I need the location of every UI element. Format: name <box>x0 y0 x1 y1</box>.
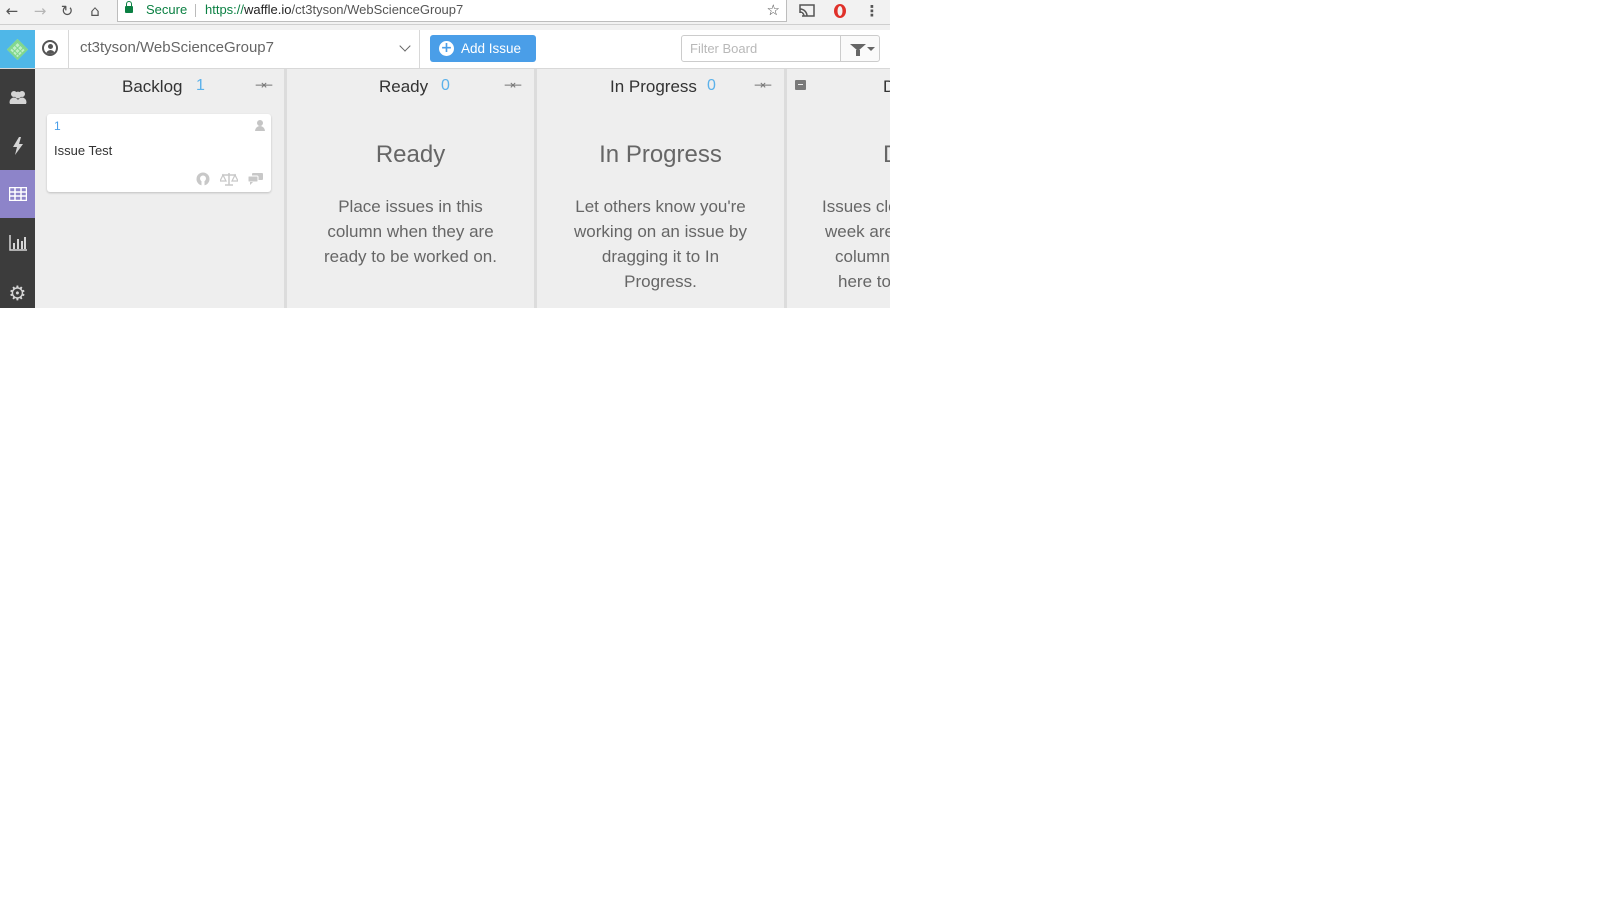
funnel-icon <box>850 44 866 56</box>
comments-icon[interactable] <box>248 172 264 186</box>
secure-label: Secure <box>146 2 188 17</box>
address-bar[interactable]: Secure https://waffle.io/ct3tyson/WebSci… <box>117 0 787 22</box>
repo-name: ct3tyson/WebScienceGroup7 <box>80 39 274 56</box>
issue-title[interactable]: Issue Test <box>54 143 112 158</box>
estimate-scale-icon[interactable] <box>220 172 238 186</box>
desc-line: here to <box>838 272 890 291</box>
left-sidebar: ⚙ <box>0 69 35 308</box>
bar-chart-icon <box>8 235 27 251</box>
caret-down-icon <box>867 47 875 51</box>
add-issue-label: Add Issue <box>461 41 522 56</box>
column-count: 0 <box>707 77 716 94</box>
opera-icon[interactable] <box>830 1 850 21</box>
team-icon <box>9 91 26 104</box>
empty-column-description: Issues clo week are column here to <box>787 194 890 294</box>
home-icon[interactable]: ⌂ <box>85 1 105 21</box>
column-in-progress: In Progress 0 →← In Progress Let others … <box>537 69 787 308</box>
sidebar-item-metrics[interactable] <box>0 219 35 267</box>
empty-column-description: Let others know you're working on an iss… <box>574 197 747 291</box>
column-count: 0 <box>441 77 450 94</box>
issue-card[interactable]: 1 Issue Test <box>47 114 271 192</box>
forward-icon[interactable]: → <box>30 1 50 21</box>
archive-icon[interactable] <box>795 80 806 90</box>
filter-board-input[interactable] <box>682 36 848 61</box>
column-title: Ready <box>379 77 429 96</box>
waffle-logo[interactable] <box>0 30 35 68</box>
repo-selector[interactable]: ct3tyson/WebScienceGroup7 <box>68 30 420 68</box>
issue-number[interactable]: 1 <box>54 119 61 133</box>
reload-icon[interactable]: ↻ <box>57 1 77 21</box>
empty-column-title: Ready <box>375 141 446 168</box>
lock-icon <box>125 1 133 13</box>
browser-viewport: ← → ↻ ⌂ Secure https://waffle.io/ct3tyso… <box>0 0 890 308</box>
empty-column-title: D <box>787 141 890 169</box>
lightning-icon <box>12 137 23 155</box>
chevron-down-icon <box>399 40 411 52</box>
github-icon[interactable] <box>196 172 210 186</box>
sidebar-item-activity[interactable] <box>0 122 35 170</box>
empty-column-description: Place issues in this column when they ar… <box>324 197 497 266</box>
card-footer-icons <box>196 172 264 186</box>
column-backlog: Backlog 1 →← 1 Issue Test <box>35 69 287 308</box>
app-header: ct3tyson/WebScienceGroup7 + Add Issue <box>0 30 890 69</box>
collapse-column-icon[interactable]: →← <box>504 78 522 92</box>
owner-avatar-icon <box>42 40 58 56</box>
empty-column-title: In Progress <box>599 141 722 168</box>
column-ready: Ready 0 →← Ready Place issues in this co… <box>287 69 537 308</box>
column-count: 1 <box>196 77 205 94</box>
sidebar-item-settings[interactable]: ⚙ <box>0 269 35 308</box>
url-path: /ct3tyson/WebScienceGroup7 <box>291 2 464 17</box>
column-done: D D Issues clo week are column here to <box>787 69 890 308</box>
browser-menu-icon[interactable]: ⋮ <box>862 1 882 21</box>
column-title: Backlog <box>122 77 183 96</box>
sidebar-item-team[interactable] <box>0 73 35 121</box>
plus-circle-icon: + <box>439 40 454 56</box>
desc-line: Issues clo <box>822 197 890 216</box>
url-scheme: https:// <box>205 2 245 17</box>
waffle-logo-mark <box>6 38 29 60</box>
desc-line: week are <box>825 222 890 241</box>
browser-toolbar: ← → ↻ ⌂ Secure https://waffle.io/ct3tyso… <box>0 0 890 25</box>
desc-line: column <box>835 247 890 266</box>
assignee-icon[interactable] <box>255 120 265 131</box>
table-icon <box>8 187 27 201</box>
filter-board-field <box>681 35 848 62</box>
cast-icon[interactable] <box>797 1 817 21</box>
collapse-column-icon[interactable]: →← <box>255 78 273 92</box>
gear-icon: ⚙ <box>8 281 27 305</box>
sidebar-item-board[interactable] <box>0 170 35 218</box>
url-host: waffle.io <box>244 2 292 17</box>
column-title: In Progress <box>610 77 697 96</box>
url-divider <box>195 4 196 17</box>
column-title: D <box>883 77 890 96</box>
add-issue-button[interactable]: + Add Issue <box>430 35 536 62</box>
collapse-column-icon[interactable]: →← <box>754 78 772 92</box>
back-icon[interactable]: ← <box>2 1 22 21</box>
filter-options-button[interactable] <box>840 35 880 62</box>
bookmark-star-icon[interactable]: ☆ <box>767 0 780 20</box>
url-text[interactable]: https://waffle.io/ct3tyson/WebScienceGro… <box>205 0 463 20</box>
